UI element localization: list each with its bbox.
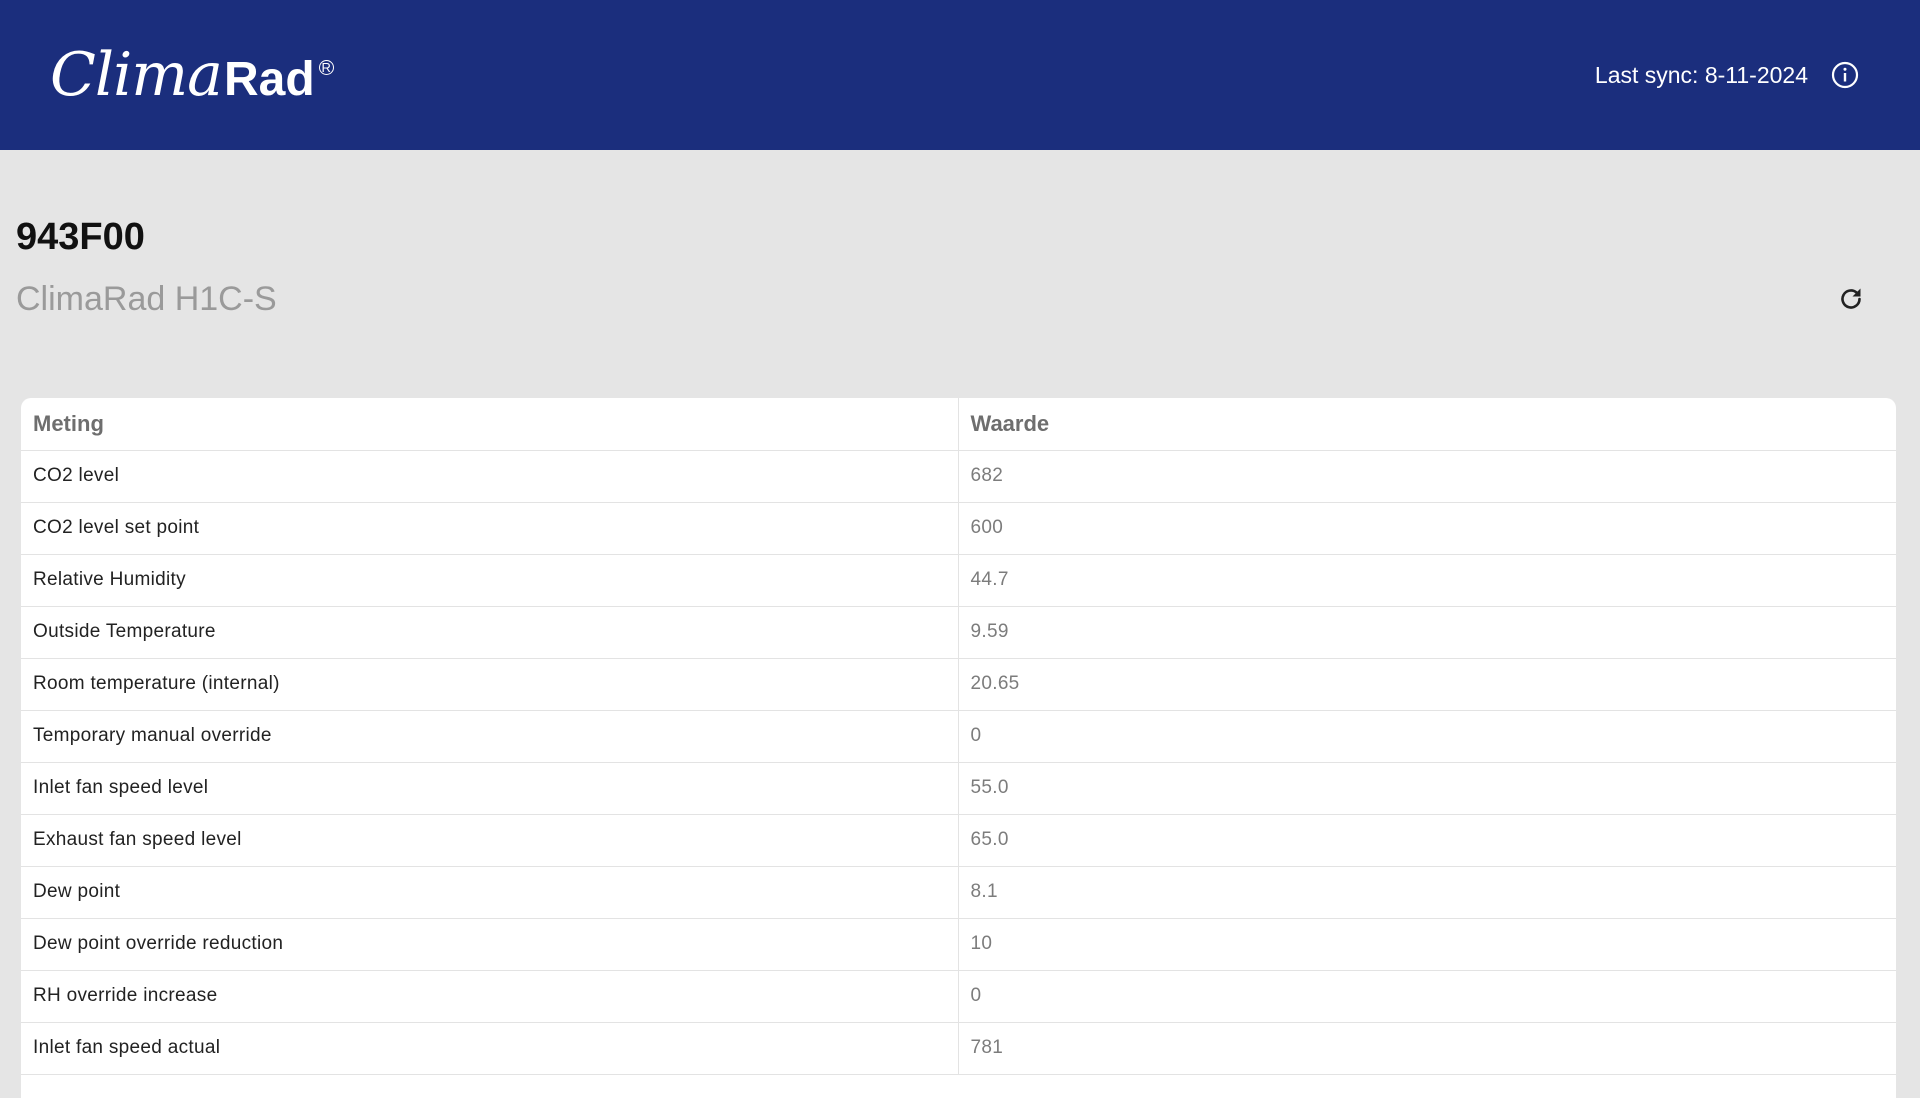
column-header-meting[interactable]: Meting xyxy=(21,398,959,451)
logo-sans-text: Rad xyxy=(223,53,315,106)
device-model-subtitle: ClimaRad H1C-S xyxy=(16,280,277,318)
table-row[interactable]: Inlet fan speed actual 781 xyxy=(21,1022,1896,1075)
table-row[interactable]: RH override increase 0 xyxy=(21,970,1896,1023)
table-header-row: Meting Waarde xyxy=(21,398,1896,451)
row-label: RH override increase xyxy=(21,970,959,1023)
table-row[interactable]: CO2 level 682 xyxy=(21,450,1896,503)
info-icon[interactable] xyxy=(1831,61,1859,89)
table-row[interactable]: Inlet fan speed level 55.0 xyxy=(21,762,1896,815)
row-label: CO2 level xyxy=(21,450,959,503)
table-row[interactable]: Dew point 8.1 xyxy=(21,866,1896,919)
row-value: 55.0 xyxy=(958,762,1896,815)
row-value: 0 xyxy=(958,970,1896,1023)
row-value: 44.7 xyxy=(958,554,1896,607)
measurements-table: Meting Waarde CO2 level 682 CO2 level se… xyxy=(21,398,1896,1075)
column-header-waarde[interactable]: Waarde xyxy=(958,398,1896,451)
device-id-title: 943F00 xyxy=(16,216,145,258)
row-value: 20.65 xyxy=(958,658,1896,711)
climarad-logo: Clima Rad R xyxy=(50,40,334,110)
row-label: Inlet fan speed level xyxy=(21,762,959,815)
row-value: 9.59 xyxy=(958,606,1896,659)
top-bar: Clima Rad R Last sync: 8-11-2024 xyxy=(0,0,1920,150)
table-row[interactable]: Room temperature (internal) 20.65 xyxy=(21,658,1896,711)
table-row[interactable]: CO2 level set point 600 xyxy=(21,502,1896,555)
row-label: Dew point override reduction xyxy=(21,918,959,971)
refresh-icon[interactable] xyxy=(1836,284,1866,314)
row-value: 0 xyxy=(958,710,1896,763)
row-value: 600 xyxy=(958,502,1896,555)
row-value: 10 xyxy=(958,918,1896,971)
row-value: 682 xyxy=(958,450,1896,503)
row-label: Relative Humidity xyxy=(21,554,959,607)
table-row[interactable]: Outside Temperature 9.59 xyxy=(21,606,1896,659)
row-label: Exhaust fan speed level xyxy=(21,814,959,867)
table-row[interactable]: Exhaust fan speed level 65.0 xyxy=(21,814,1896,867)
row-label: Temporary manual override xyxy=(21,710,959,763)
row-value: 8.1 xyxy=(958,866,1896,919)
row-label: Room temperature (internal) xyxy=(21,658,959,711)
row-value: 65.0 xyxy=(958,814,1896,867)
row-label: Inlet fan speed actual xyxy=(21,1022,959,1075)
row-label: Dew point xyxy=(21,866,959,919)
table-row[interactable]: Relative Humidity 44.7 xyxy=(21,554,1896,607)
table-row[interactable]: Temporary manual override 0 xyxy=(21,710,1896,763)
row-label: CO2 level set point xyxy=(21,502,959,555)
registered-mark-icon: R xyxy=(318,60,334,75)
last-sync-text: Last sync: 8-11-2024 xyxy=(1594,62,1808,88)
row-label: Outside Temperature xyxy=(21,606,959,659)
row-value: 781 xyxy=(958,1022,1896,1075)
measurements-table-card: Meting Waarde CO2 level 682 CO2 level se… xyxy=(21,398,1896,1098)
table-row[interactable]: Dew point override reduction 10 xyxy=(21,918,1896,971)
logo-script-text: Clima xyxy=(50,40,223,110)
